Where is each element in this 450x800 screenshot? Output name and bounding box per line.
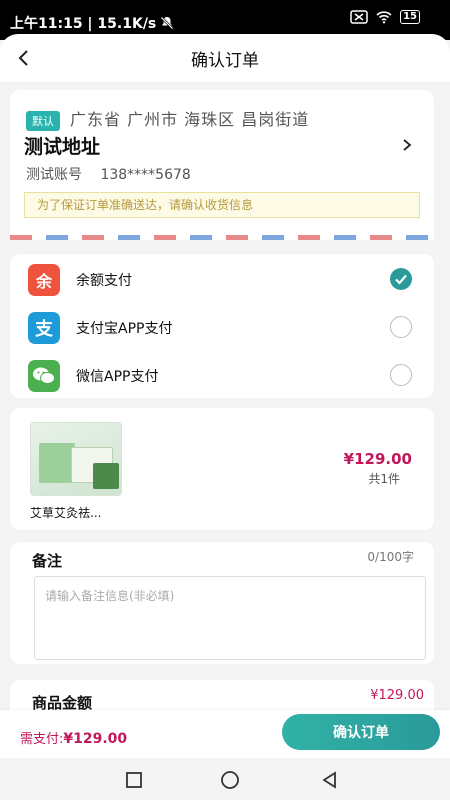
product-quantity: 共1件 bbox=[368, 472, 400, 486]
address-region: 广东省 广州市 海珠区 昌岗街道 bbox=[70, 110, 310, 129]
product-image bbox=[30, 422, 122, 496]
payment-card: 余 余额支付 支 支付宝APP支付 微信APP支付 bbox=[10, 254, 434, 398]
system-nav-bar bbox=[0, 758, 450, 800]
recents-icon[interactable] bbox=[122, 768, 146, 792]
chevron-right-icon[interactable] bbox=[400, 138, 414, 152]
default-badge: 默认 bbox=[26, 111, 60, 131]
product-name: 艾草艾灸祛... bbox=[30, 506, 102, 520]
envelope-stripe bbox=[10, 235, 434, 240]
payment-option-label: 支付宝APP支付 bbox=[76, 321, 173, 337]
radio-unchecked-icon[interactable] bbox=[390, 316, 412, 338]
payment-option-alipay[interactable]: 支 支付宝APP支付 bbox=[10, 304, 434, 350]
home-icon[interactable] bbox=[218, 768, 242, 792]
product-card[interactable]: 艾草艾灸祛... ¥129.00 共1件 bbox=[10, 408, 434, 530]
check-icon bbox=[395, 274, 407, 285]
wechat-bubbles-icon bbox=[33, 367, 55, 384]
address-name: 测试地址 bbox=[24, 136, 101, 158]
battery-icon: 15 bbox=[400, 10, 420, 24]
back-nav-icon[interactable] bbox=[318, 768, 342, 792]
content-scroll[interactable]: 默认 广东省 广州市 海珠区 昌岗街道 测试地址 测试账号 138****567… bbox=[0, 82, 450, 710]
wechat-icon bbox=[28, 360, 60, 392]
remark-input[interactable] bbox=[34, 576, 426, 660]
address-card[interactable]: 默认 广东省 广州市 海珠区 昌岗街道 测试地址 测试账号 138****567… bbox=[10, 90, 434, 240]
payment-option-wechat[interactable]: 微信APP支付 bbox=[10, 352, 434, 398]
contact-phone: 138****5678 bbox=[100, 167, 191, 183]
confirm-order-button[interactable]: 确认订单 bbox=[282, 714, 440, 750]
product-image-box bbox=[93, 463, 119, 489]
nav-bar: 确认订单 bbox=[0, 34, 450, 82]
alipay-icon-glyph: 支 bbox=[35, 319, 53, 340]
payment-option-balance[interactable]: 余 余额支付 bbox=[10, 256, 434, 302]
address-contact: 测试账号 138****5678 bbox=[26, 164, 191, 184]
balance-icon: 余 bbox=[28, 264, 60, 296]
mute-icon bbox=[160, 16, 174, 30]
order-confirm-screen: 上午11:15 | 15.1K/s 15 确认订单 默认 广东省 广州市 海珠区… bbox=[0, 0, 450, 800]
radio-unchecked-icon[interactable] bbox=[390, 364, 412, 386]
bottom-bar: 需支付:¥129.00 确认订单 bbox=[0, 710, 450, 758]
product-image-box bbox=[39, 443, 75, 483]
page-title: 确认订单 bbox=[191, 51, 259, 71]
need-pay: 需支付:¥129.00 bbox=[20, 728, 127, 747]
remark-card: 备注 0/100字 bbox=[10, 542, 434, 664]
status-left: 上午11:15 | 15.1K/s bbox=[10, 13, 174, 33]
payment-option-label: 余额支付 bbox=[76, 273, 132, 289]
radio-checked-icon[interactable] bbox=[390, 268, 412, 290]
need-pay-label: 需支付: bbox=[20, 732, 64, 747]
balance-icon-glyph: 余 bbox=[35, 272, 52, 291]
address-notice: 为了保证订单准确送达，请确认收货信息 bbox=[24, 192, 420, 218]
amount-card: 商品金额 ¥129.00 bbox=[10, 680, 434, 710]
payment-option-label: 微信APP支付 bbox=[76, 369, 159, 385]
product-price: ¥129.00 bbox=[343, 450, 412, 468]
alipay-icon: 支 bbox=[28, 312, 60, 344]
status-right: 15 bbox=[350, 10, 420, 24]
status-time-speed: 上午11:15 | 15.1K/s bbox=[10, 16, 157, 32]
need-pay-value: ¥129.00 bbox=[63, 731, 128, 747]
amount-label: 商品金额 bbox=[32, 694, 93, 710]
remark-count: 0/100字 bbox=[367, 550, 414, 564]
remark-title: 备注 bbox=[32, 552, 63, 570]
amount-value: ¥129.00 bbox=[370, 688, 424, 703]
sim-off-icon bbox=[350, 10, 368, 24]
wifi-icon bbox=[376, 11, 392, 24]
contact-name: 测试账号 bbox=[26, 167, 82, 183]
